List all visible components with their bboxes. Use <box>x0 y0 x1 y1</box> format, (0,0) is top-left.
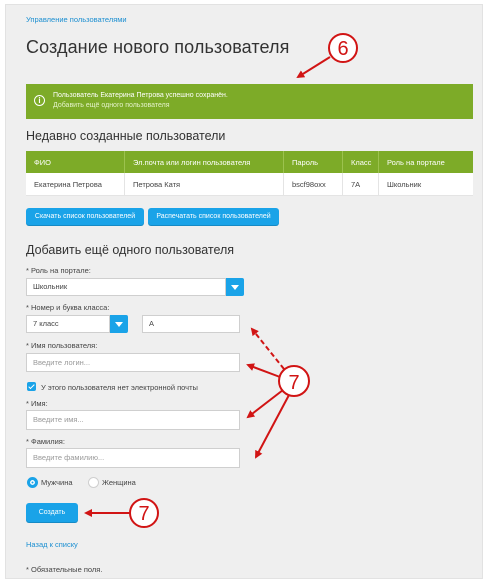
callout-arrow <box>246 389 284 419</box>
callout-arrow-dashed <box>250 327 285 370</box>
callout-arrow <box>255 394 290 459</box>
callout-arrow <box>246 363 281 378</box>
callout-number: 7 <box>138 503 149 525</box>
page: Управление пользователями Создание новог… <box>6 5 482 578</box>
callout-number: 6 <box>337 38 348 60</box>
callout-7-fields: 7 <box>246 327 310 459</box>
callout-arrow <box>296 56 331 79</box>
callout-7-button: 7 <box>84 498 159 528</box>
annotation-overlay: 6 7 7 <box>84 33 358 528</box>
callout-6: 6 <box>296 33 358 79</box>
callout-number: 7 <box>288 372 299 394</box>
